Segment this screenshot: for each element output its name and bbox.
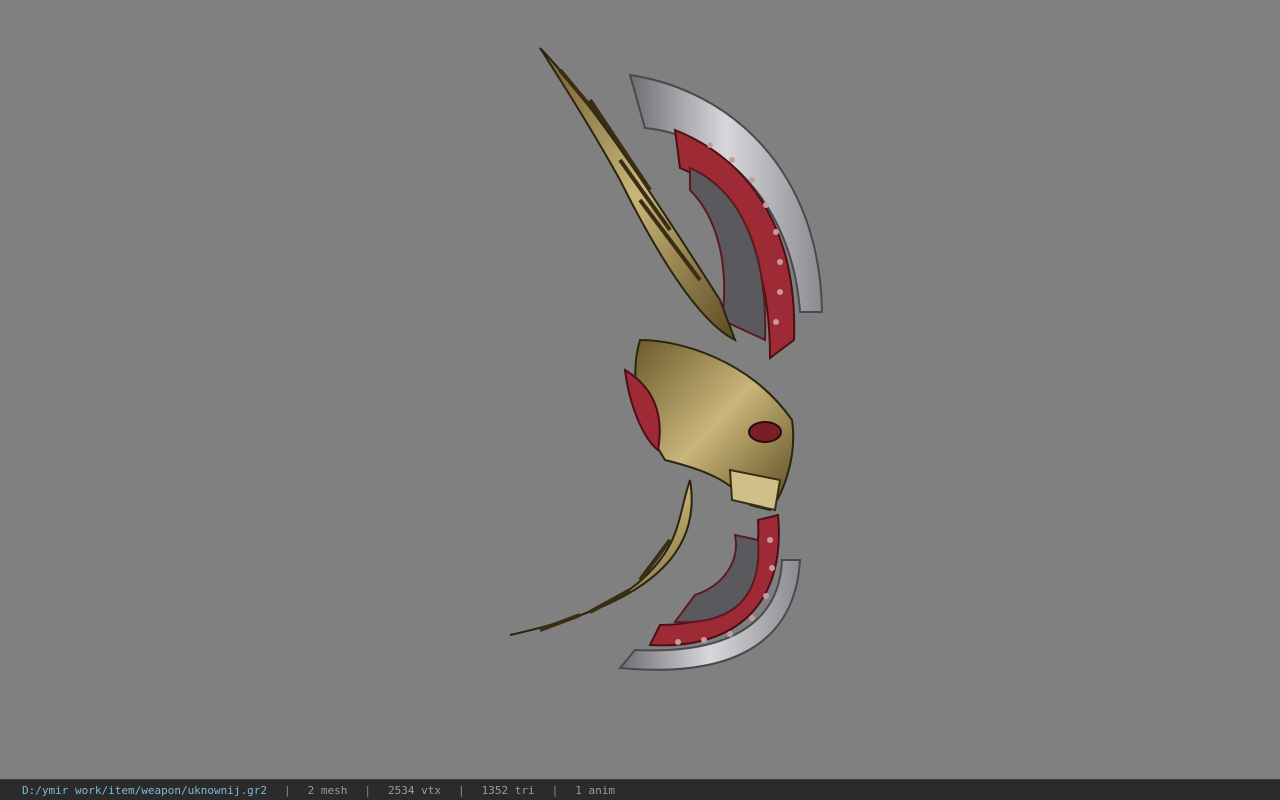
lower-horn (509, 479, 693, 636)
triangle-count: 1352 tri (481, 783, 535, 797)
file-path: D:/ymir work/item/weapon/uknownij.gr2 (22, 783, 268, 797)
status-separator: | (458, 783, 465, 797)
vertex-count: 2534 vtx (388, 783, 442, 797)
status-separator: | (551, 783, 559, 797)
status-separator: | (364, 783, 372, 797)
animation-count: 1 anim (575, 783, 616, 797)
mesh-count: 2 mesh (307, 783, 348, 797)
weapon-model (509, 47, 824, 671)
status-separator: | (284, 783, 291, 797)
3d-viewport[interactable] (0, 0, 1280, 779)
status-bar: D:/ymir work/item/weapon/uknownij.gr2 | … (0, 779, 1280, 800)
